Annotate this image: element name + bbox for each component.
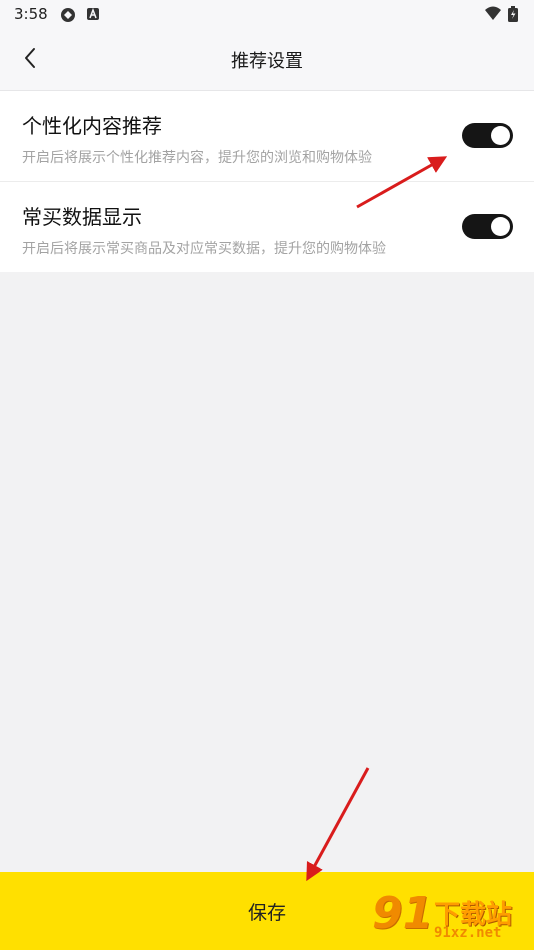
setting-title: 常买数据显示 [22,205,142,229]
save-label: 保存 [247,901,286,924]
header-bar: 推荐设置 [0,28,534,91]
personalized-recommendation-toggle[interactable] [462,123,513,148]
setting-title: 个性化内容推荐 [22,114,162,138]
toggle-knob [491,126,510,145]
sync-icon [59,6,77,28]
wifi-icon [484,6,502,26]
page-title: 推荐设置 [231,51,303,72]
setting-description: 开启后将展示常买商品及对应常买数据，提升您的购物体验 [22,241,386,257]
status-time: 3:58 [14,5,48,23]
toggle-knob [491,217,510,236]
settings-list: 个性化内容推荐 开启后将展示个性化推荐内容，提升您的浏览和购物体验 常买数据显示… [0,91,534,272]
setting-frequent-purchase-data: 常买数据显示 开启后将展示常买商品及对应常买数据，提升您的购物体验 [0,181,534,272]
setting-description: 开启后将展示个性化推荐内容，提升您的浏览和购物体验 [22,150,372,166]
battery-icon [508,6,518,26]
arrow-to-save [306,767,370,882]
watermark-number: 91 [372,888,434,939]
watermark-logo: 91 下载站 91xz.net [368,888,528,948]
frequent-purchase-data-toggle[interactable] [462,214,513,239]
setting-personalized-recommendation: 个性化内容推荐 开启后将展示个性化推荐内容，提升您的浏览和购物体验 [0,91,534,181]
watermark-url: 91xz.net [434,925,502,941]
status-bar: 3:58 [0,0,534,28]
app-notification-icon [86,6,100,25]
